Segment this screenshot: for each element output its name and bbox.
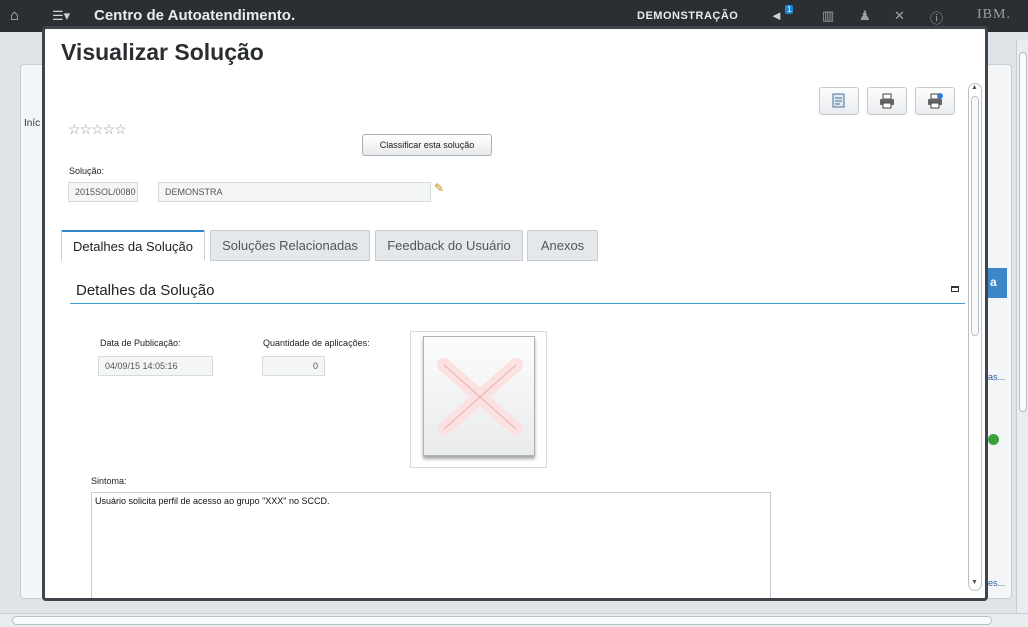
page-vertical-scrollbar[interactable] bbox=[1016, 40, 1028, 613]
printer-icon bbox=[880, 93, 894, 109]
print-settings-button[interactable] bbox=[915, 87, 955, 115]
applications-count-field[interactable]: 0 bbox=[262, 356, 325, 376]
solution-id-field[interactable]: 2015SOL/0080 bbox=[68, 182, 138, 202]
publication-date-label: Data de Publicação: bbox=[100, 338, 181, 348]
view-solution-dialog: Visualizar Solução ☆☆☆☆☆ Classificar est… bbox=[42, 26, 988, 601]
symptom-textarea[interactable]: Usuário solicita perfil de acesso ao gru… bbox=[91, 492, 771, 598]
printer-check-icon bbox=[928, 93, 943, 109]
solution-description-field[interactable]: DEMONSTRA bbox=[158, 182, 431, 202]
tab-attachments[interactable]: Anexos bbox=[527, 230, 598, 261]
view-document-button[interactable] bbox=[819, 87, 859, 115]
ibm-logo: IBM. bbox=[977, 7, 1011, 22]
collapse-section-icon[interactable] bbox=[951, 286, 959, 292]
status-indicator bbox=[988, 434, 999, 445]
help-icon[interactable]: ⓘ bbox=[930, 8, 943, 27]
applications-count-label: Quantidade de aplicações: bbox=[263, 338, 370, 348]
background-link[interactable]: es... bbox=[988, 578, 1005, 588]
section-title: Detalhes da Solução bbox=[76, 282, 215, 299]
symptom-label: Sintoma: bbox=[91, 476, 127, 486]
home-icon[interactable]: ⌂ bbox=[10, 7, 19, 24]
mode-label: DEMONSTRAÇÃO bbox=[637, 10, 739, 22]
close-icon[interactable]: ✕ bbox=[894, 8, 905, 24]
background-link[interactable]: as... bbox=[988, 372, 1005, 382]
app-title: Centro de Autoatendimento. bbox=[94, 7, 296, 24]
scroll-up-icon[interactable]: ▲ bbox=[971, 84, 978, 91]
rating-stars[interactable]: ☆☆☆☆☆ bbox=[68, 121, 127, 138]
background-blue-tab[interactable]: a bbox=[987, 268, 1007, 298]
publication-date-field[interactable]: 04/09/15 14:05:16 bbox=[98, 356, 213, 376]
print-button[interactable] bbox=[867, 87, 907, 115]
document-icon bbox=[832, 93, 845, 108]
dialog-scrollbar[interactable]: ▲ ▼ bbox=[968, 83, 982, 591]
tab-related-solutions[interactable]: Soluções Relacionadas bbox=[210, 230, 370, 261]
rate-solution-button[interactable]: Classificar esta solução bbox=[362, 134, 492, 156]
section-divider bbox=[70, 303, 965, 304]
notifications-icon[interactable]: ◄ bbox=[770, 8, 783, 23]
tab-solution-details[interactable]: Detalhes da Solução bbox=[61, 230, 205, 261]
detail-lookup-icon[interactable]: ✎ bbox=[434, 181, 444, 195]
reports-icon[interactable]: ▥ bbox=[822, 8, 834, 24]
solution-label: Solução: bbox=[69, 166, 105, 176]
notification-badge: 1 bbox=[785, 5, 794, 14]
dialog-title: Visualizar Solução bbox=[61, 39, 264, 65]
broken-image-icon bbox=[423, 336, 535, 456]
solution-image-placeholder bbox=[410, 331, 547, 468]
scroll-thumb[interactable] bbox=[971, 96, 979, 336]
background-right-panel bbox=[986, 64, 1012, 599]
user-icon[interactable]: ♟ bbox=[859, 8, 871, 24]
background-breadcrumb: Iníc bbox=[24, 118, 41, 129]
page-horizontal-scrollbar[interactable] bbox=[0, 613, 1028, 627]
menu-icon[interactable]: ☰▾ bbox=[52, 8, 70, 24]
scroll-down-icon[interactable]: ▼ bbox=[971, 579, 978, 586]
tab-user-feedback[interactable]: Feedback do Usuário bbox=[375, 230, 523, 261]
